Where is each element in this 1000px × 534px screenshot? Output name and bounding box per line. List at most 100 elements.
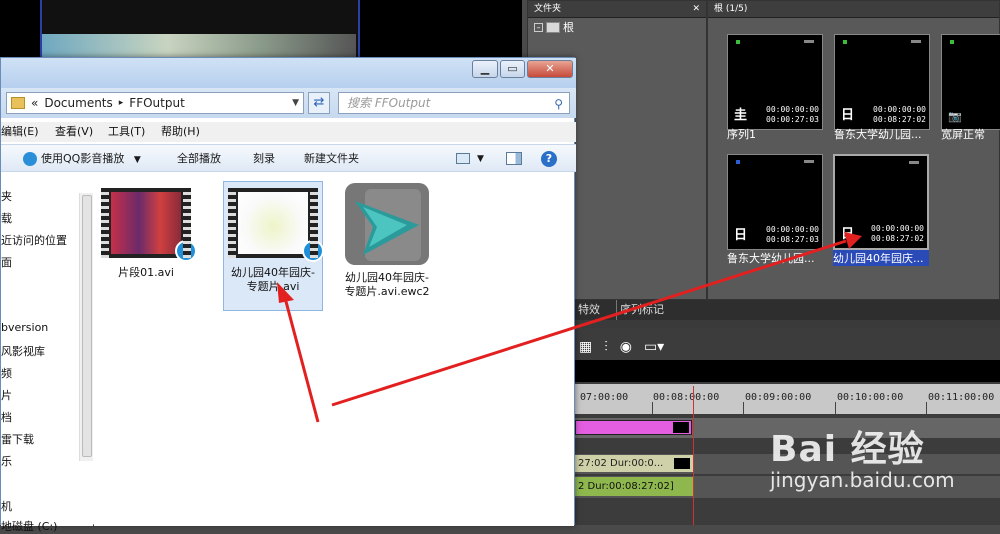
maximize-button[interactable]: ▭ [500, 60, 525, 78]
ruler-label: 00:11:00:00 [928, 392, 995, 403]
clip-timecode-dur: 00:08:27:03 [766, 235, 819, 244]
close-button[interactable]: ✕ [527, 60, 573, 78]
collapse-icon[interactable]: – [534, 22, 543, 32]
address-chevron[interactable]: « [31, 93, 38, 113]
bin-panel: 根 (1/5) 圭 00:00:00:00 00:00:27:03 序列1 日 0… [707, 0, 1000, 300]
bin-clip[interactable]: 圭 00:00:00:00 00:00:27:03 [727, 34, 823, 130]
file-item-selected[interactable]: 幼儿园40年园庆- 专题片.avi [223, 181, 324, 311]
chevron-down-icon[interactable]: ▼ [477, 145, 484, 173]
chevron-down-icon[interactable]: ▼ [292, 93, 299, 113]
bin-clip-label[interactable]: 序列1 [727, 126, 825, 142]
mixer-icon[interactable]: ⫶ [604, 339, 608, 355]
bin-clip[interactable]: 日 00:00:00:00 00:08:27:03 [727, 154, 823, 250]
clip-timecode: 00:00:00:00 00:08:27:02 [873, 105, 926, 125]
nav-item[interactable]: 乐 [1, 453, 12, 469]
clip-bar [804, 40, 814, 43]
clip-timecode-in: 00:00:00:00 [873, 105, 926, 114]
watermark-url: jingyan.baidu.com [770, 468, 955, 492]
nav-item[interactable]: 频 [1, 365, 12, 381]
timeline-clip-audio[interactable]: 2 Dur:00:08:27:02] [575, 477, 693, 496]
nav-item[interactable]: bversion [1, 321, 48, 334]
ruler-tick [652, 402, 653, 414]
bin-clip-label[interactable]: 宽屏正常 [941, 126, 1000, 142]
nav-item[interactable]: 风影视库 [1, 343, 45, 359]
ruler-tick [743, 402, 744, 414]
ruler-label: 00:09:00:00 [745, 392, 812, 403]
color-wheel-icon[interactable]: ◉ [620, 339, 632, 355]
breadcrumb-documents[interactable]: Documents [44, 93, 112, 113]
nav-item[interactable]: 夹 [1, 188, 12, 204]
file-item[interactable]: 幼儿园40年园庆- 专题片.avi.ewc2 [337, 183, 437, 299]
folder-icon [546, 21, 560, 33]
scrollbar-thumb[interactable] [82, 195, 92, 457]
timeline-playhead[interactable] [693, 386, 694, 525]
menu-help[interactable]: 帮助(H) [161, 122, 200, 142]
bin-panel-header: 根 (1/5) [708, 1, 999, 18]
clip-timecode-dur: 00:00:27:03 [766, 115, 819, 124]
bin-clip[interactable]: 日 00:00:00:00 00:08:27:02 [834, 34, 930, 130]
nav-item[interactable]: 地磁盘 (C:) [1, 518, 57, 534]
chevron-down-icon[interactable]: ▼ [134, 155, 141, 165]
tab-effects[interactable]: 特效 [578, 300, 600, 320]
nav-item[interactable]: 面 [1, 254, 12, 270]
search-icon[interactable]: ⚲ [554, 94, 563, 114]
nav-item[interactable]: 载 [1, 210, 12, 226]
menu-view[interactable]: 查看(V) [55, 122, 93, 142]
preview-pane-icon[interactable] [506, 152, 522, 165]
play-with-qq-button[interactable]: 使用QQ影音播放 ▼ [23, 145, 141, 174]
watermark-logo: Bai 经验 [770, 429, 925, 470]
menu-tools[interactable]: 工具(T) [108, 122, 145, 142]
menu-edit[interactable]: 编辑(E) [1, 122, 39, 142]
refresh-button[interactable]: ⇄ [308, 92, 330, 114]
bin-clip-label[interactable]: 鲁东大学幼儿园... [834, 126, 934, 142]
nav-item[interactable]: 雷下载 [1, 431, 34, 447]
ruler-tick [926, 402, 927, 414]
timeline-clip-video[interactable]: 27:02 Dur:00:0... [575, 455, 693, 472]
minimize-button[interactable]: ▁ [472, 60, 498, 78]
editor-tab-bar: 特效 序列标记 [575, 300, 1000, 320]
nav-item[interactable]: 档 [1, 409, 12, 425]
clip-timecode-dur: 00:08:27:02 [873, 115, 926, 124]
tab-sequence-markers[interactable]: 序列标记 [616, 300, 664, 320]
nav-item[interactable]: 近访问的位置 [1, 232, 67, 248]
address-bar[interactable]: « Documents ▸ FFOutput ▼ [6, 92, 304, 114]
new-folder-button[interactable]: 新建文件夹 [304, 145, 359, 173]
help-icon[interactable]: ? [541, 151, 557, 167]
bin-clip-label[interactable]: 鲁东大学幼儿园... [727, 250, 825, 266]
clip-timecode: 00:00:00:00 00:08:27:03 [766, 225, 819, 245]
clip-timecode-in: 00:00:00:00 [871, 224, 924, 233]
file-item[interactable]: 片段01.avi [96, 188, 197, 280]
bin-clip-label-selected[interactable]: 幼儿园40年园庆... [833, 250, 929, 266]
ruler-label: 07:00:00 [580, 392, 629, 403]
clip-color-dot [736, 40, 740, 44]
burn-button[interactable]: 刻录 [253, 145, 275, 173]
nav-item[interactable]: 片 [1, 387, 12, 403]
bin-clip-selected[interactable]: 日 00:00:00:00 00:08:27:02 [833, 154, 929, 250]
nav-item[interactable]: 机 [1, 498, 12, 514]
breadcrumb-ffoutput[interactable]: FFOutput [129, 93, 185, 113]
bin-clip[interactable]: 📷 [941, 34, 1000, 130]
close-icon[interactable]: ✕ [692, 1, 700, 18]
grid-icon[interactable]: ▦ [579, 339, 592, 355]
file-name: 幼儿园40年园庆- [231, 266, 315, 279]
window-titlebar[interactable]: ▁ ▭ ✕ [1, 58, 576, 88]
folder-tree-root[interactable]: – 根 [534, 19, 574, 35]
folder-root-label: 根 [563, 21, 574, 34]
layout-menu-icon[interactable]: ▭▾ [644, 339, 664, 355]
bin-panel-title: 根 (1/5) [714, 4, 748, 14]
clip-color-dot [736, 160, 740, 164]
search-placeholder: 搜索 FFOutput [347, 96, 431, 110]
ruler-tick [835, 402, 836, 414]
file-name-line2: 专题片.avi.ewc2 [344, 285, 430, 298]
breadcrumb-separator[interactable]: ▸ [119, 93, 124, 113]
timeline-ruler[interactable]: 07:00:00 00:08:00:00 00:09:00:00 00:10:0… [575, 384, 1000, 414]
play-all-button[interactable]: 全部播放 [177, 145, 221, 173]
clip-timecode-in: 00:00:00:00 [766, 105, 819, 114]
view-mode-icon[interactable] [456, 153, 470, 164]
nav-scrollbar[interactable] [79, 193, 93, 461]
clip-bar [909, 161, 919, 164]
search-input[interactable]: 搜索 FFOutput ⚲ [338, 92, 570, 114]
address-bar-area: « Documents ▸ FFOutput ▼ ⇄ 搜索 FFOutput ⚲ [1, 88, 576, 118]
file-list: 片段01.avi 幼儿园40年园庆- 专题片.avi 幼儿园40年园庆- 专题片… [94, 173, 574, 526]
baidu-jingyan-watermark: Bai 经验 jingyan.baidu.com [770, 420, 955, 492]
